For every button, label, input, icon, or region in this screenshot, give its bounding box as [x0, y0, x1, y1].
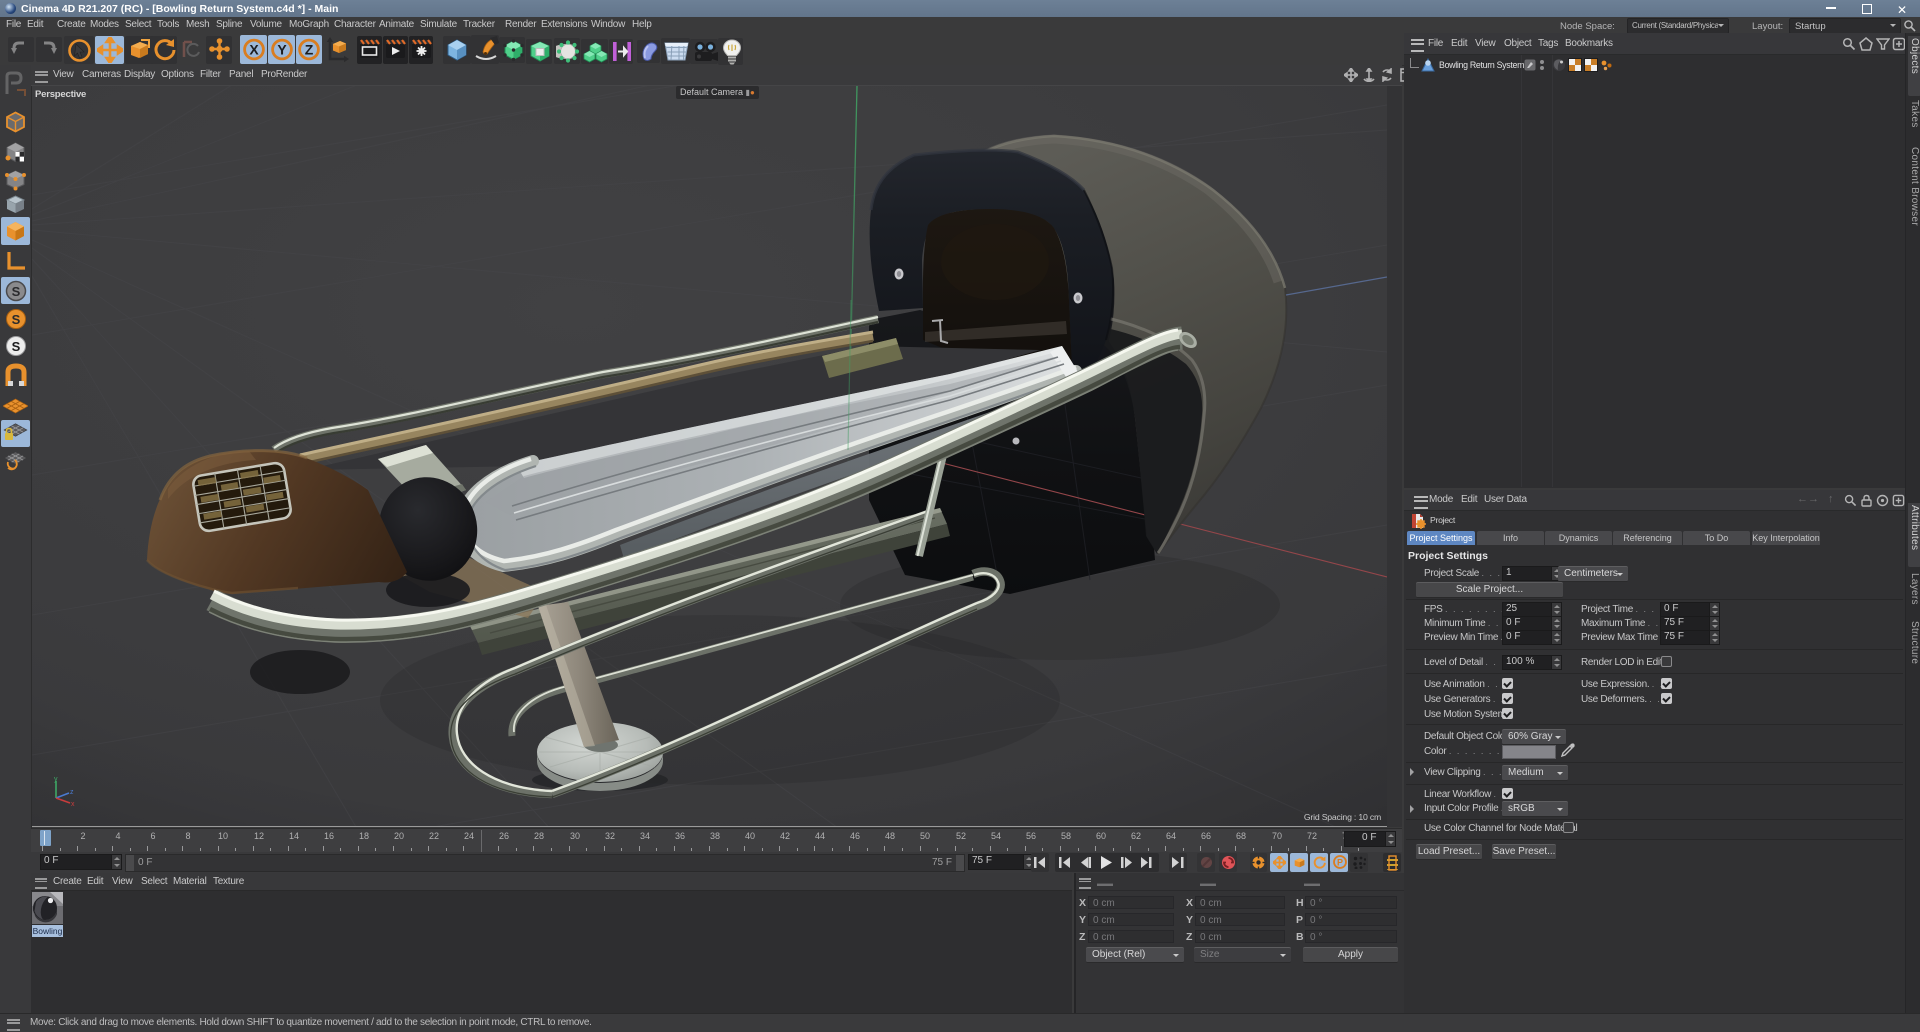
svg-text:S: S [12, 312, 21, 327]
svg-text:S: S [12, 284, 21, 299]
svg-text:x: x [71, 801, 75, 806]
svg-text:Y: Y [277, 42, 287, 58]
svg-text:P: P [1337, 858, 1343, 868]
svg-text:y: y [54, 776, 58, 783]
svg-text:Z: Z [305, 42, 314, 58]
svg-text:S: S [12, 339, 21, 354]
svg-text:z: z [70, 789, 74, 796]
svg-text:X: X [249, 42, 259, 58]
